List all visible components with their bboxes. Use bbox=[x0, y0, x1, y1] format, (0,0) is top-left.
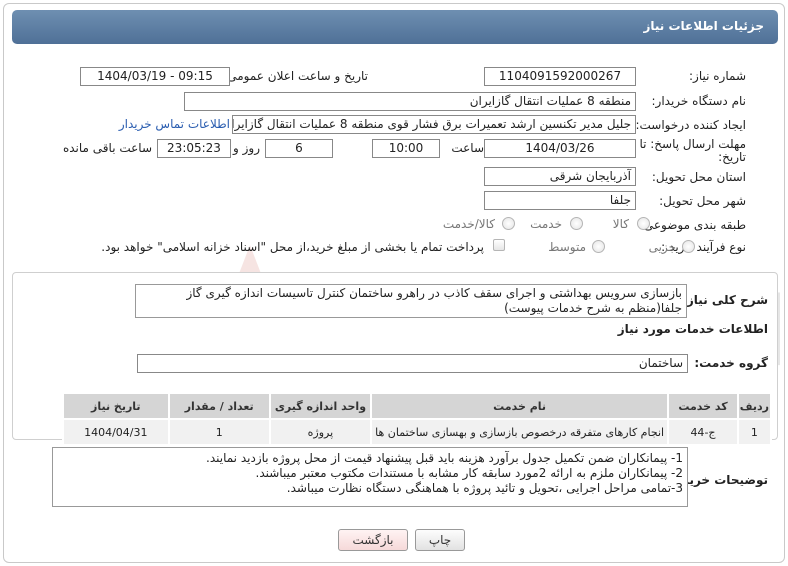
category-radio-goods[interactable] bbox=[637, 217, 650, 230]
buyer-notes-textarea[interactable]: 1- پیمانکاران ضمن تکمیل جدول برآورد هزین… bbox=[52, 447, 688, 507]
print-button[interactable]: چاپ bbox=[415, 529, 465, 551]
col-service-code: کد خدمت bbox=[667, 392, 739, 420]
remaining-time-field: 23:05:23 bbox=[157, 139, 231, 158]
cell-need-date: 1404/04/31 bbox=[62, 418, 170, 446]
cell-row-number: 1 bbox=[736, 418, 773, 446]
col-quantity: تعداد / مقدار bbox=[167, 392, 271, 420]
col-unit: واحد اندازه گیری bbox=[268, 392, 373, 420]
col-need-date: تاریخ نیاز bbox=[62, 392, 170, 420]
days-label: روز و bbox=[233, 141, 260, 155]
buyer-org-label: نام دستگاه خریدار: bbox=[651, 94, 747, 108]
days-field: 6 bbox=[265, 139, 333, 158]
category-option-service: خدمت bbox=[530, 217, 562, 231]
col-service-name: نام خدمت bbox=[370, 392, 670, 420]
province-field: آذربایجان شرقی bbox=[484, 167, 636, 186]
service-group-field: ساختمان bbox=[137, 354, 688, 373]
deadline-label: مهلت ارسال پاسخ: تا bbox=[639, 137, 746, 151]
summary-textarea[interactable]: بازسازی سرویس بهداشتی و اجرای سقف کاذب د… bbox=[135, 284, 687, 318]
process-radio-medium[interactable] bbox=[592, 240, 605, 253]
treasury-payment-checkbox[interactable] bbox=[493, 239, 505, 251]
services-table: ردیف کد خدمت نام خدمت واحد اندازه گیری ت… bbox=[62, 392, 773, 446]
category-radio-goods-service[interactable] bbox=[502, 217, 515, 230]
payment-note: پرداخت تمام یا بخشی از مبلغ خرید،از محل … bbox=[101, 240, 484, 254]
province-label: استان محل تحویل: bbox=[651, 170, 746, 184]
creator-field: جلیل مدیر تکنسین ارشد تعمیرات برق فشار ق… bbox=[232, 115, 636, 134]
cell-service-name: انجام کارهای متفرقه درخصوص بازسازی و بهس… bbox=[370, 418, 670, 446]
cell-service-code: ج-44 bbox=[667, 418, 739, 446]
category-option-goods: کالا bbox=[612, 217, 629, 231]
contact-info-link[interactable]: اطلاعات تماس خریدار bbox=[119, 117, 230, 131]
table-row: 1 ج-44 انجام کارهای متفرقه درخصوص بازساز… bbox=[62, 418, 773, 446]
services-section-title: اطلاعات خدمات مورد نیاز bbox=[617, 322, 768, 336]
city-label: شهر محل تحویل: bbox=[659, 194, 746, 208]
category-label: طبقه بندی موضوعی: bbox=[639, 218, 746, 232]
back-button[interactable]: بازگشت bbox=[338, 529, 408, 551]
time-label: ساعت bbox=[451, 141, 484, 155]
table-header-row: ردیف کد خدمت نام خدمت واحد اندازه گیری ت… bbox=[62, 392, 773, 420]
city-field: جلفا bbox=[484, 191, 636, 210]
cell-unit: پروژه bbox=[268, 418, 373, 446]
page-header: جزئیات اطلاعات نیاز bbox=[12, 10, 778, 44]
buyer-note-line-3: 3-تمامی مراحل اجرایی ،تحویل و تائید پروژ… bbox=[286, 481, 683, 495]
need-number-field: 1104091592000267 bbox=[484, 67, 636, 86]
page-title: جزئیات اطلاعات نیاز bbox=[643, 19, 764, 33]
col-row-number: ردیف bbox=[736, 392, 773, 420]
process-radio-minor[interactable] bbox=[682, 240, 695, 253]
creator-label: ایجاد کننده درخواست: bbox=[635, 118, 746, 132]
cell-quantity: 1 bbox=[167, 418, 271, 446]
announce-label: تاریخ و ساعت اعلان عمومی: bbox=[223, 69, 368, 83]
category-option-goods-service: کالا/خدمت bbox=[442, 217, 495, 231]
category-radio-service[interactable] bbox=[570, 217, 583, 230]
summary-label: شرح کلی نیاز: bbox=[682, 293, 768, 307]
process-option-minor: جزیی bbox=[648, 240, 676, 254]
service-group-label: گروه خدمت: bbox=[694, 356, 768, 370]
buyer-note-line-2: 2- پیمانکاران ملزم به ارائه 2مورد سابقه … bbox=[255, 466, 684, 480]
need-number-label: شماره نیاز: bbox=[689, 69, 746, 83]
buyer-org-field: منطقه 8 عملیات انتقال گازایران bbox=[184, 92, 636, 111]
deadline-date-field: 1404/03/26 bbox=[484, 139, 636, 158]
process-option-medium: متوسط bbox=[548, 240, 586, 254]
remaining-label: ساعت باقی مانده bbox=[62, 141, 152, 155]
buyer-note-line-1: 1- پیمانکاران ضمن تکمیل جدول برآورد هزین… bbox=[206, 451, 683, 465]
announce-field: 1404/03/19 - 09:15 bbox=[80, 67, 230, 86]
deadline-label-date: تاریخ: bbox=[718, 150, 746, 164]
deadline-time-field: 10:00 bbox=[372, 139, 440, 158]
